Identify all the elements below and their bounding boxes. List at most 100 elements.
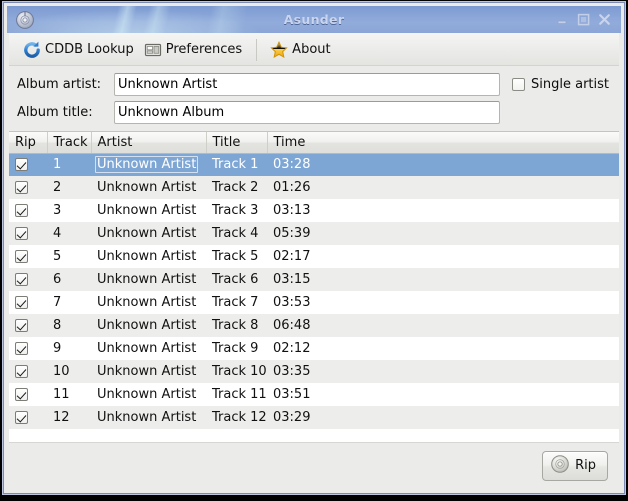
rip-checkbox[interactable] bbox=[15, 250, 28, 263]
rip-checkbox-cell[interactable] bbox=[9, 360, 47, 383]
table-row[interactable]: 9 Unknown Artist Track 9 02:12 bbox=[9, 337, 619, 360]
table-row[interactable]: 7 Unknown Artist Track 7 03:53 bbox=[9, 291, 619, 314]
rip-checkbox-cell[interactable] bbox=[9, 383, 47, 406]
artist-cell[interactable]: Unknown Artist bbox=[91, 406, 206, 429]
table-row[interactable]: 2 Unknown Artist Track 2 01:26 bbox=[9, 176, 619, 199]
time-cell[interactable]: 03:28 bbox=[267, 153, 619, 176]
rip-checkbox-cell[interactable] bbox=[9, 291, 47, 314]
title-cell[interactable]: Track 3 bbox=[206, 199, 267, 222]
title-cell[interactable]: Track 10 bbox=[206, 360, 267, 383]
column-header-track[interactable]: Track bbox=[47, 132, 92, 154]
track-list[interactable]: Rip Track Artist Title Time 1 Unknown Art… bbox=[9, 131, 619, 442]
rip-checkbox[interactable] bbox=[15, 365, 28, 378]
track-number-cell[interactable]: 4 bbox=[47, 222, 91, 245]
table-row[interactable]: 6 Unknown Artist Track 6 03:15 bbox=[9, 268, 619, 291]
rip-checkbox-cell[interactable] bbox=[9, 268, 47, 291]
track-number-cell[interactable]: 8 bbox=[47, 314, 91, 337]
rip-checkbox-cell[interactable] bbox=[9, 176, 47, 199]
single-artist-checkbox[interactable]: Single artist bbox=[512, 77, 609, 92]
column-header-artist[interactable]: Artist bbox=[91, 132, 207, 154]
artist-cell[interactable]: Unknown Artist bbox=[91, 222, 206, 245]
artist-cell[interactable]: Unknown Artist bbox=[91, 383, 206, 406]
artist-cell[interactable]: Unknown Artist bbox=[91, 176, 206, 199]
track-number-cell[interactable]: 7 bbox=[47, 291, 91, 314]
maximize-button[interactable] bbox=[576, 12, 591, 27]
preferences-button[interactable]: Preferences bbox=[140, 37, 248, 63]
table-row[interactable]: 1 Unknown Artist Track 1 03:28 bbox=[9, 153, 619, 176]
cddb-lookup-button[interactable]: CDDB Lookup bbox=[19, 37, 140, 63]
rip-checkbox-cell[interactable] bbox=[9, 337, 47, 360]
column-header-title[interactable]: Title bbox=[206, 132, 268, 154]
rip-checkbox[interactable] bbox=[15, 319, 28, 332]
title-cell[interactable]: Track 9 bbox=[206, 337, 267, 360]
table-row[interactable]: 10 Unknown Artist Track 10 03:35 bbox=[9, 360, 619, 383]
artist-cell[interactable]: Unknown Artist bbox=[91, 291, 206, 314]
time-cell[interactable]: 06:48 bbox=[267, 314, 619, 337]
time-cell[interactable]: 03:51 bbox=[267, 383, 619, 406]
column-header-rip[interactable]: Rip bbox=[9, 132, 48, 154]
rip-checkbox[interactable] bbox=[15, 342, 28, 355]
rip-checkbox[interactable] bbox=[15, 296, 28, 309]
track-number-cell[interactable]: 5 bbox=[47, 245, 91, 268]
rip-checkbox[interactable] bbox=[15, 273, 28, 286]
title-cell[interactable]: Track 7 bbox=[206, 291, 267, 314]
rip-checkbox-cell[interactable] bbox=[9, 199, 47, 222]
about-button[interactable]: About bbox=[266, 37, 336, 63]
title-bar[interactable]: Asunder bbox=[7, 6, 621, 33]
table-row[interactable]: 5 Unknown Artist Track 5 02:17 bbox=[9, 245, 619, 268]
title-cell[interactable]: Track 12 bbox=[206, 406, 267, 429]
rip-checkbox-cell[interactable] bbox=[9, 406, 47, 429]
album-artist-input[interactable] bbox=[114, 73, 500, 96]
minimize-button[interactable] bbox=[555, 12, 570, 27]
title-cell[interactable]: Track 5 bbox=[206, 245, 267, 268]
column-header-time[interactable]: Time bbox=[267, 132, 619, 154]
track-number-cell[interactable]: 6 bbox=[47, 268, 91, 291]
time-cell[interactable]: 03:53 bbox=[267, 291, 619, 314]
track-number-cell[interactable]: 12 bbox=[47, 406, 91, 429]
artist-cell[interactable]: Unknown Artist bbox=[91, 337, 206, 360]
rip-checkbox[interactable] bbox=[15, 181, 28, 194]
rip-checkbox-cell[interactable] bbox=[9, 245, 47, 268]
rip-button[interactable]: Rip bbox=[542, 450, 608, 481]
rip-checkbox[interactable] bbox=[15, 204, 28, 217]
track-number-cell[interactable]: 3 bbox=[47, 199, 91, 222]
time-cell[interactable]: 05:39 bbox=[267, 222, 619, 245]
rip-checkbox[interactable] bbox=[15, 158, 28, 172]
track-number-cell[interactable]: 10 bbox=[47, 360, 91, 383]
title-cell[interactable]: Track 4 bbox=[206, 222, 267, 245]
time-cell[interactable]: 03:13 bbox=[267, 199, 619, 222]
track-number-cell[interactable]: 2 bbox=[47, 176, 91, 199]
artist-cell[interactable]: Unknown Artist bbox=[91, 360, 206, 383]
track-number-cell[interactable]: 1 bbox=[47, 153, 91, 176]
time-cell[interactable]: 02:17 bbox=[267, 245, 619, 268]
close-button[interactable] bbox=[597, 12, 612, 27]
time-cell[interactable]: 03:35 bbox=[267, 360, 619, 383]
table-row[interactable]: 3 Unknown Artist Track 3 03:13 bbox=[9, 199, 619, 222]
time-cell[interactable]: 02:12 bbox=[267, 337, 619, 360]
track-number-cell[interactable]: 11 bbox=[47, 383, 91, 406]
rip-checkbox[interactable] bbox=[15, 411, 28, 424]
table-row[interactable]: 11 Unknown Artist Track 11 03:51 bbox=[9, 383, 619, 406]
album-title-input[interactable] bbox=[114, 101, 500, 124]
rip-checkbox-cell[interactable] bbox=[9, 153, 47, 176]
rip-checkbox-cell[interactable] bbox=[9, 314, 47, 337]
title-cell[interactable]: Track 8 bbox=[206, 314, 267, 337]
artist-cell[interactable]: Unknown Artist bbox=[91, 314, 206, 337]
title-cell[interactable]: Track 2 bbox=[206, 176, 267, 199]
table-row[interactable]: 12 Unknown Artist Track 12 03:29 bbox=[9, 406, 619, 429]
rip-checkbox[interactable] bbox=[15, 227, 28, 240]
rip-checkbox-cell[interactable] bbox=[9, 222, 47, 245]
time-cell[interactable]: 03:29 bbox=[267, 406, 619, 429]
single-artist-checkbox-box[interactable] bbox=[512, 78, 525, 91]
track-number-cell[interactable]: 9 bbox=[47, 337, 91, 360]
title-cell[interactable]: Track 6 bbox=[206, 268, 267, 291]
table-row[interactable]: 8 Unknown Artist Track 8 06:48 bbox=[9, 314, 619, 337]
title-cell[interactable]: Track 1 bbox=[206, 153, 267, 176]
table-row[interactable]: 4 Unknown Artist Track 4 05:39 bbox=[9, 222, 619, 245]
time-cell[interactable]: 03:15 bbox=[267, 268, 619, 291]
artist-cell[interactable]: Unknown Artist bbox=[91, 199, 206, 222]
rip-checkbox[interactable] bbox=[15, 388, 28, 401]
time-cell[interactable]: 01:26 bbox=[267, 176, 619, 199]
title-cell[interactable]: Track 11 bbox=[206, 383, 267, 406]
artist-cell[interactable]: Unknown Artist bbox=[91, 268, 206, 291]
